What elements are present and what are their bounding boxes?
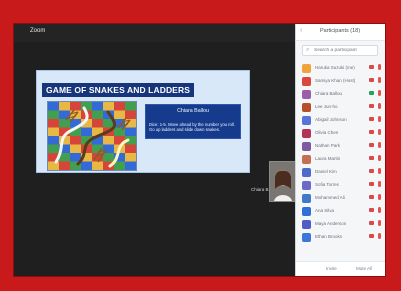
participant-name: Sofia Torres [315, 182, 339, 187]
participant-row[interactable]: Maya Anderson [296, 218, 385, 231]
invite-button[interactable]: Invite [326, 266, 337, 271]
participant-row[interactable]: Nathan Park [296, 140, 385, 153]
avatar [302, 155, 311, 164]
video-icon[interactable] [369, 143, 374, 147]
participant-name: Lee Jun-ho [315, 104, 338, 109]
avatar [302, 194, 311, 203]
participant-name: Daniel Kim [315, 169, 337, 174]
avatar [302, 220, 311, 229]
participants-footer: Invite Mute All [296, 261, 385, 276]
participant-row[interactable]: Haruka Suzuki (me) [296, 62, 385, 75]
participant-name: Ana Silva [315, 208, 335, 213]
participant-name: Samiya Khan (Host) [315, 78, 356, 83]
mic-muted-icon[interactable] [378, 116, 381, 122]
mic-muted-icon[interactable] [378, 207, 381, 213]
participant-row[interactable]: Ethan Brooks [296, 231, 385, 244]
zoom-window: Zoom GAME OF SNAKES AND LADDERS Chiara B… [14, 24, 385, 276]
video-icon[interactable] [369, 130, 374, 134]
participant-row[interactable]: Daniel Kim [296, 166, 385, 179]
snakes-and-ladders-board [47, 101, 137, 171]
avatar [302, 64, 311, 73]
participant-row[interactable]: Sofia Torres [296, 179, 385, 192]
avatar [302, 129, 311, 138]
avatar [302, 207, 311, 216]
video-icon[interactable] [369, 104, 374, 108]
mic-muted-icon[interactable] [378, 194, 381, 200]
participant-name: Chiara Ballou [315, 91, 343, 96]
mic-muted-icon[interactable] [378, 103, 381, 109]
avatar [302, 142, 311, 151]
participant-name: Nathan Park [315, 143, 341, 148]
participant-row[interactable]: Olivia Chen [296, 127, 385, 140]
meeting-title: Zoom [30, 28, 46, 34]
participant-row[interactable]: Mohammed Ali [296, 192, 385, 205]
video-icon[interactable] [369, 169, 374, 173]
video-icon[interactable] [369, 234, 374, 238]
slide-title: GAME OF SNAKES AND LADDERS [42, 83, 194, 97]
mic-muted-icon[interactable] [378, 77, 381, 83]
avatar [302, 77, 311, 86]
mic-muted-icon[interactable] [378, 64, 381, 70]
participants-title: Participants (18) [320, 28, 361, 34]
mic-muted-icon[interactable] [378, 168, 381, 174]
participant-name: Haruka Suzuki (me) [315, 65, 355, 70]
participants-panel: ‹ Participants (18) ⌕ Haruka Suzuki (me)… [295, 24, 385, 276]
participant-row[interactable]: Ana Silva [296, 205, 385, 218]
shared-slide[interactable]: GAME OF SNAKES AND LADDERS Chiara Ballou… [36, 70, 250, 173]
chevron-left-icon[interactable]: ‹ [300, 27, 302, 34]
info-box-name: Chiara Ballou [177, 108, 209, 114]
participant-row[interactable]: Lee Jun-ho [296, 101, 385, 114]
participant-name: Mohammed Ali [315, 195, 345, 200]
avatar [302, 90, 311, 99]
participants-header: ‹ Participants (18) [296, 24, 385, 41]
mic-muted-icon[interactable] [378, 155, 381, 161]
speaker-video-tile[interactable] [269, 161, 297, 202]
participant-search[interactable]: ⌕ [302, 45, 378, 56]
participant-row[interactable]: Chiara Ballou [296, 88, 385, 101]
video-icon[interactable] [369, 91, 374, 95]
search-icon: ⌕ [306, 47, 310, 53]
mic-muted-icon[interactable] [378, 181, 381, 187]
avatar [302, 168, 311, 177]
participant-name: Abigail Johnson [315, 117, 347, 122]
participant-row[interactable]: Abigail Johnson [296, 114, 385, 127]
participant-name: Ethan Brooks [315, 234, 343, 239]
participant-row[interactable]: Samiya Khan (Host) [296, 75, 385, 88]
search-input[interactable] [314, 46, 374, 55]
video-icon[interactable] [369, 156, 374, 160]
mic-muted-icon[interactable] [378, 129, 381, 135]
slide-info-box: Chiara Ballou Dice: 1-5. Move ahead by t… [145, 104, 241, 139]
mic-muted-icon[interactable] [378, 142, 381, 148]
participant-name: Laura Martin [315, 156, 341, 161]
participants-list: Haruka Suzuki (me) Samiya Khan (Host) Ch… [296, 62, 385, 244]
info-box-text: Dice: 1-5. Move ahead by the number you … [149, 122, 235, 132]
video-icon[interactable] [369, 182, 374, 186]
avatar [302, 116, 311, 125]
avatar [302, 233, 311, 242]
speaker-name: Chiara B. [251, 187, 270, 192]
video-icon[interactable] [369, 208, 374, 212]
top-bar: Zoom [14, 24, 295, 42]
participant-name: Olivia Chen [315, 130, 339, 135]
video-icon[interactable] [369, 221, 374, 225]
mic-muted-icon[interactable] [378, 220, 381, 226]
avatar [302, 103, 311, 112]
mic-muted-icon[interactable] [378, 233, 381, 239]
avatar [302, 181, 311, 190]
mute-all-button[interactable]: Mute All [356, 266, 372, 271]
video-icon[interactable] [369, 195, 374, 199]
participant-name: Maya Anderson [315, 221, 347, 226]
video-icon[interactable] [369, 65, 374, 69]
video-icon[interactable] [369, 78, 374, 82]
mic-muted-icon[interactable] [378, 90, 381, 96]
participant-row[interactable]: Laura Martin [296, 153, 385, 166]
video-icon[interactable] [369, 117, 374, 121]
